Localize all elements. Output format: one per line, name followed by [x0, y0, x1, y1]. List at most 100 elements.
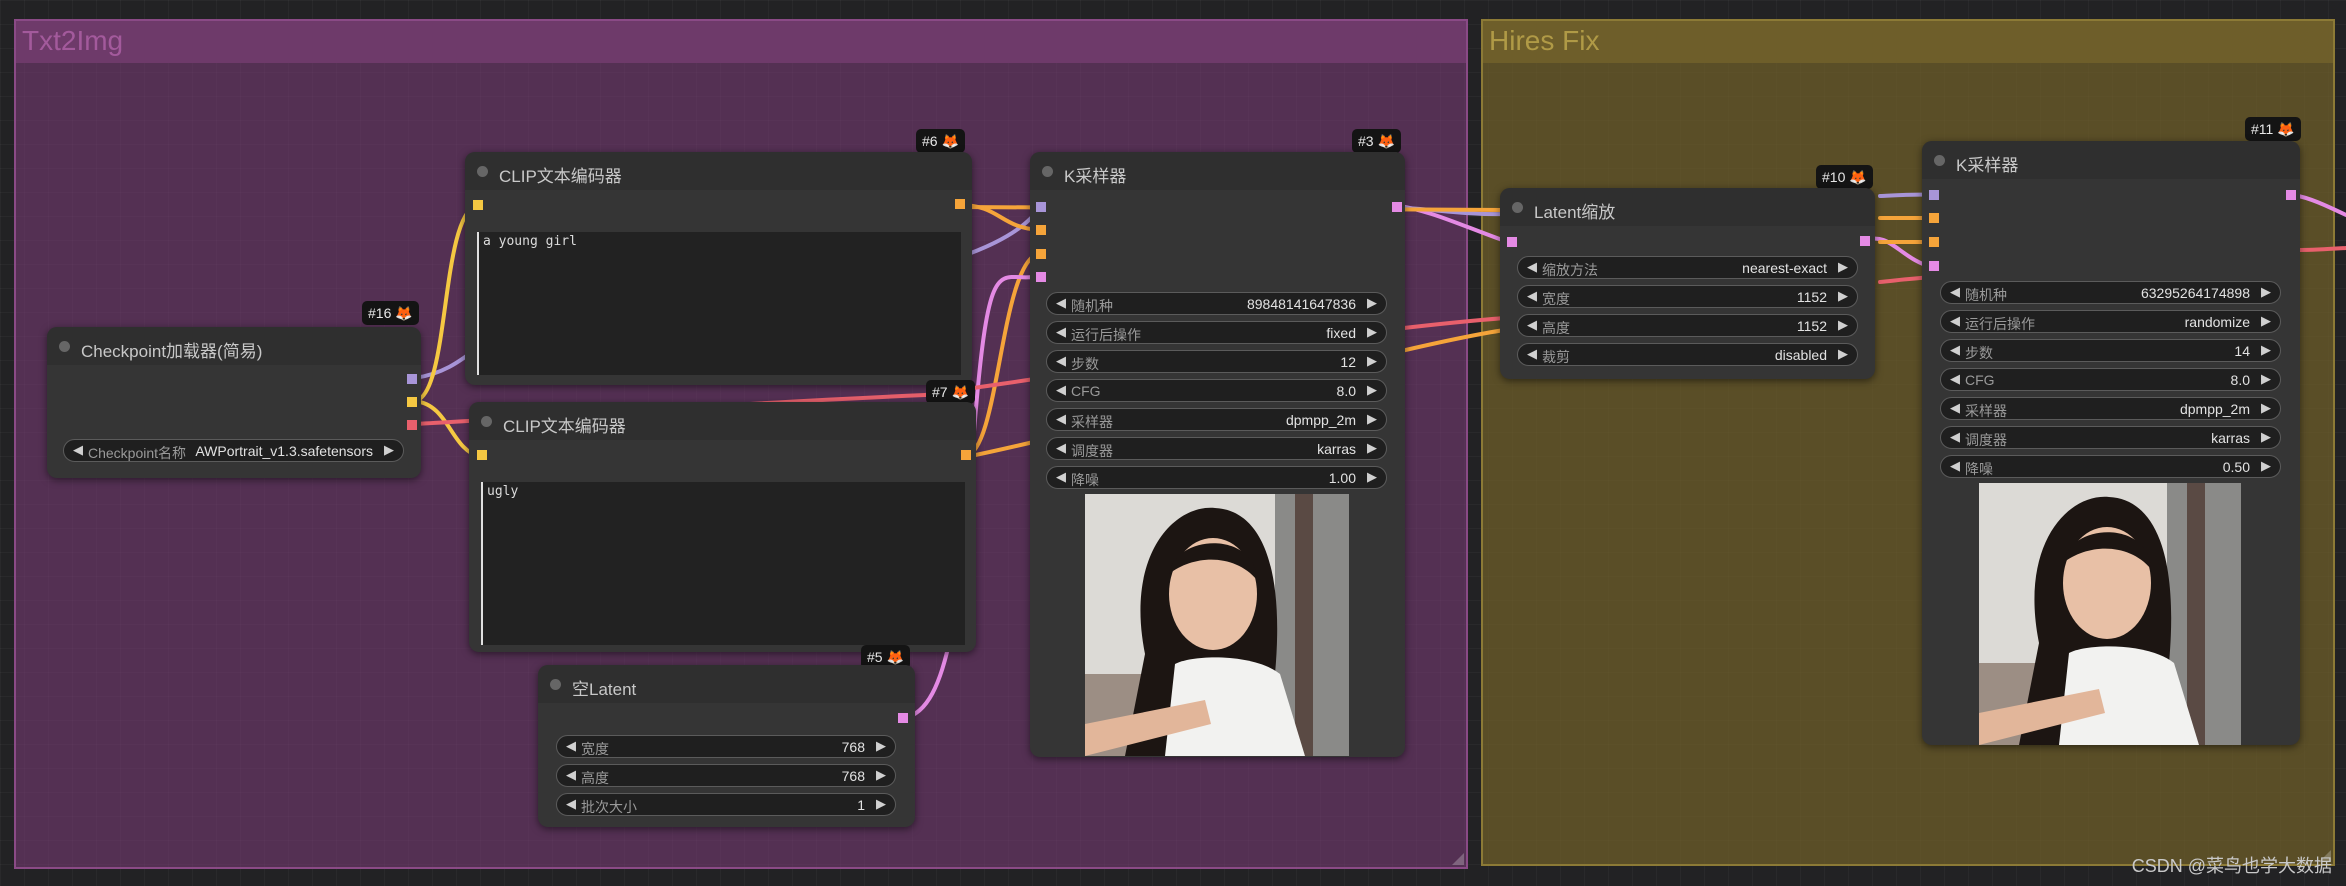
triangle-right-icon[interactable]: ▶: [1367, 411, 1377, 427]
triangle-right-icon[interactable]: ▶: [1367, 382, 1377, 398]
triangle-right-icon[interactable]: ▶: [1367, 469, 1377, 485]
widget-crop[interactable]: ◀ 裁剪 disabled ▶: [1517, 343, 1858, 366]
widget-height[interactable]: ◀ 高度 1152 ▶: [1517, 314, 1858, 337]
triangle-left-icon[interactable]: ◀: [1950, 342, 1960, 358]
node-header[interactable]: CLIP文本编码器: [469, 402, 976, 440]
triangle-left-icon[interactable]: ◀: [566, 738, 576, 754]
node-header[interactable]: 空Latent: [538, 665, 915, 703]
triangle-right-icon[interactable]: ▶: [1367, 440, 1377, 456]
output-slot-latent[interactable]: [898, 713, 908, 723]
triangle-left-icon[interactable]: ◀: [1056, 440, 1066, 456]
widget-denoise[interactable]: ◀ 降噪 1.00 ▶: [1046, 466, 1387, 489]
triangle-right-icon[interactable]: ▶: [1367, 295, 1377, 311]
preview-image[interactable]: [1085, 494, 1349, 756]
triangle-left-icon[interactable]: ◀: [1527, 259, 1537, 275]
node-header[interactable]: Checkpoint加载器(简易): [47, 327, 421, 365]
triangle-left-icon[interactable]: ◀: [1056, 382, 1066, 398]
node-ksampler-hires[interactable]: K采样器 ◀ 随机种 63295264174898 ▶ ◀ 运行后操作 randomize…: [1922, 141, 2300, 745]
triangle-right-icon[interactable]: ▶: [876, 796, 886, 812]
triangle-right-icon[interactable]: ▶: [2261, 400, 2271, 416]
triangle-right-icon[interactable]: ▶: [1838, 259, 1848, 275]
node-checkpoint-loader[interactable]: Checkpoint加载器(简易) ◀ Checkpoint名称 AWPortr…: [47, 327, 421, 478]
triangle-left-icon[interactable]: ◀: [1950, 313, 1960, 329]
widget-seed[interactable]: ◀ 随机种 63295264174898 ▶: [1940, 281, 2281, 304]
triangle-left-icon[interactable]: ◀: [1056, 295, 1066, 311]
widget-cfg[interactable]: ◀ CFG 8.0 ▶: [1046, 379, 1387, 402]
prompt-textarea[interactable]: a young girl: [477, 232, 961, 375]
input-slot-negative[interactable]: [1929, 237, 1939, 247]
triangle-left-icon[interactable]: ◀: [1056, 353, 1066, 369]
triangle-right-icon[interactable]: ▶: [1838, 346, 1848, 362]
input-slot-positive[interactable]: [1036, 225, 1046, 235]
output-slot-latent[interactable]: [1860, 236, 1870, 246]
input-slot-negative[interactable]: [1036, 249, 1046, 259]
triangle-left-icon[interactable]: ◀: [566, 767, 576, 783]
widget-seed[interactable]: ◀ 随机种 89848141647836 ▶: [1046, 292, 1387, 315]
output-slot-vae[interactable]: [407, 420, 417, 430]
collapse-dot-icon[interactable]: [1512, 202, 1523, 213]
widget-denoise[interactable]: ◀ 降噪 0.50 ▶: [1940, 455, 2281, 478]
node-header[interactable]: CLIP文本编码器: [465, 152, 972, 190]
widget-checkpoint-name[interactable]: ◀ Checkpoint名称 AWPortrait_v1.3.safetenso…: [63, 439, 404, 462]
triangle-left-icon[interactable]: ◀: [1056, 411, 1066, 427]
triangle-right-icon[interactable]: ▶: [876, 767, 886, 783]
node-header[interactable]: K采样器: [1922, 141, 2300, 179]
triangle-right-icon[interactable]: ▶: [1838, 288, 1848, 304]
input-slot-model[interactable]: [1036, 202, 1046, 212]
node-empty-latent-image[interactable]: 空Latent ◀ 宽度 768 ▶ ◀ 高度 768 ▶ ◀ 批次大小 1 ▶: [538, 665, 915, 827]
output-slot-model[interactable]: [407, 374, 417, 384]
widget-sampler-name[interactable]: ◀ 采样器 dpmpp_2m ▶: [1940, 397, 2281, 420]
widget-sampler-name[interactable]: ◀ 采样器 dpmpp_2m ▶: [1046, 408, 1387, 431]
triangle-right-icon[interactable]: ▶: [2261, 458, 2271, 474]
triangle-left-icon[interactable]: ◀: [1527, 317, 1537, 333]
triangle-right-icon[interactable]: ▶: [2261, 342, 2271, 358]
prompt-textarea[interactable]: ugly: [481, 482, 965, 645]
node-clip-text-encode-positive[interactable]: CLIP文本编码器 a young girl: [465, 152, 972, 385]
widget-height[interactable]: ◀ 高度 768 ▶: [556, 764, 896, 787]
triangle-left-icon[interactable]: ◀: [1950, 458, 1960, 474]
widget-cfg[interactable]: ◀ CFG 8.0 ▶: [1940, 368, 2281, 391]
triangle-left-icon[interactable]: ◀: [1527, 346, 1537, 362]
output-slot-latent[interactable]: [2286, 190, 2296, 200]
input-slot-latent[interactable]: [1929, 261, 1939, 271]
collapse-dot-icon[interactable]: [1042, 166, 1053, 177]
output-slot-clip[interactable]: [407, 397, 417, 407]
triangle-right-icon[interactable]: ▶: [1367, 324, 1377, 340]
preview-image[interactable]: [1979, 483, 2241, 745]
node-clip-text-encode-negative[interactable]: CLIP文本编码器 ugly: [469, 402, 976, 652]
input-slot-clip[interactable]: [477, 450, 487, 460]
triangle-right-icon[interactable]: ▶: [2261, 371, 2271, 387]
output-slot-conditioning[interactable]: [955, 199, 965, 209]
collapse-dot-icon[interactable]: [481, 416, 492, 427]
collapse-dot-icon[interactable]: [550, 679, 561, 690]
triangle-right-icon[interactable]: ▶: [2261, 284, 2271, 300]
triangle-left-icon[interactable]: ◀: [1056, 469, 1066, 485]
collapse-dot-icon[interactable]: [59, 341, 70, 352]
widget-batch-size[interactable]: ◀ 批次大小 1 ▶: [556, 793, 896, 816]
output-slot-conditioning[interactable]: [961, 450, 971, 460]
triangle-left-icon[interactable]: ◀: [1527, 288, 1537, 304]
triangle-left-icon[interactable]: ◀: [1950, 400, 1960, 416]
widget-upscale-method[interactable]: ◀ 缩放方法 nearest-exact ▶: [1517, 256, 1858, 279]
node-latent-upscale[interactable]: Latent缩放 ◀ 缩放方法 nearest-exact ▶ ◀ 宽度 1152 ▶ ◀ 高…: [1500, 188, 1875, 379]
input-slot-positive[interactable]: [1929, 213, 1939, 223]
node-ksampler-base[interactable]: K采样器 ◀ 随机种 89848141647836 ▶ ◀ 运行后操作 fixed ▶ ◀ 步…: [1030, 152, 1405, 757]
triangle-left-icon[interactable]: ◀: [1950, 429, 1960, 445]
widget-control-after-generate[interactable]: ◀ 运行后操作 randomize ▶: [1940, 310, 2281, 333]
input-slot-latent[interactable]: [1036, 272, 1046, 282]
triangle-right-icon[interactable]: ▶: [876, 738, 886, 754]
widget-steps[interactable]: ◀ 步数 14 ▶: [1940, 339, 2281, 362]
collapse-dot-icon[interactable]: [477, 166, 488, 177]
triangle-left-icon[interactable]: ◀: [1056, 324, 1066, 340]
node-header[interactable]: Latent缩放: [1500, 188, 1875, 226]
widget-scheduler[interactable]: ◀ 调度器 karras ▶: [1046, 437, 1387, 460]
input-slot-model[interactable]: [1929, 190, 1939, 200]
triangle-left-icon[interactable]: ◀: [1950, 371, 1960, 387]
collapse-dot-icon[interactable]: [1934, 155, 1945, 166]
triangle-right-icon[interactable]: ▶: [2261, 429, 2271, 445]
output-slot-latent[interactable]: [1392, 202, 1402, 212]
triangle-right-icon[interactable]: ▶: [2261, 313, 2271, 329]
triangle-left-icon[interactable]: ◀: [1950, 284, 1960, 300]
triangle-left-icon[interactable]: ◀: [73, 442, 83, 458]
widget-width[interactable]: ◀ 宽度 768 ▶: [556, 735, 896, 758]
